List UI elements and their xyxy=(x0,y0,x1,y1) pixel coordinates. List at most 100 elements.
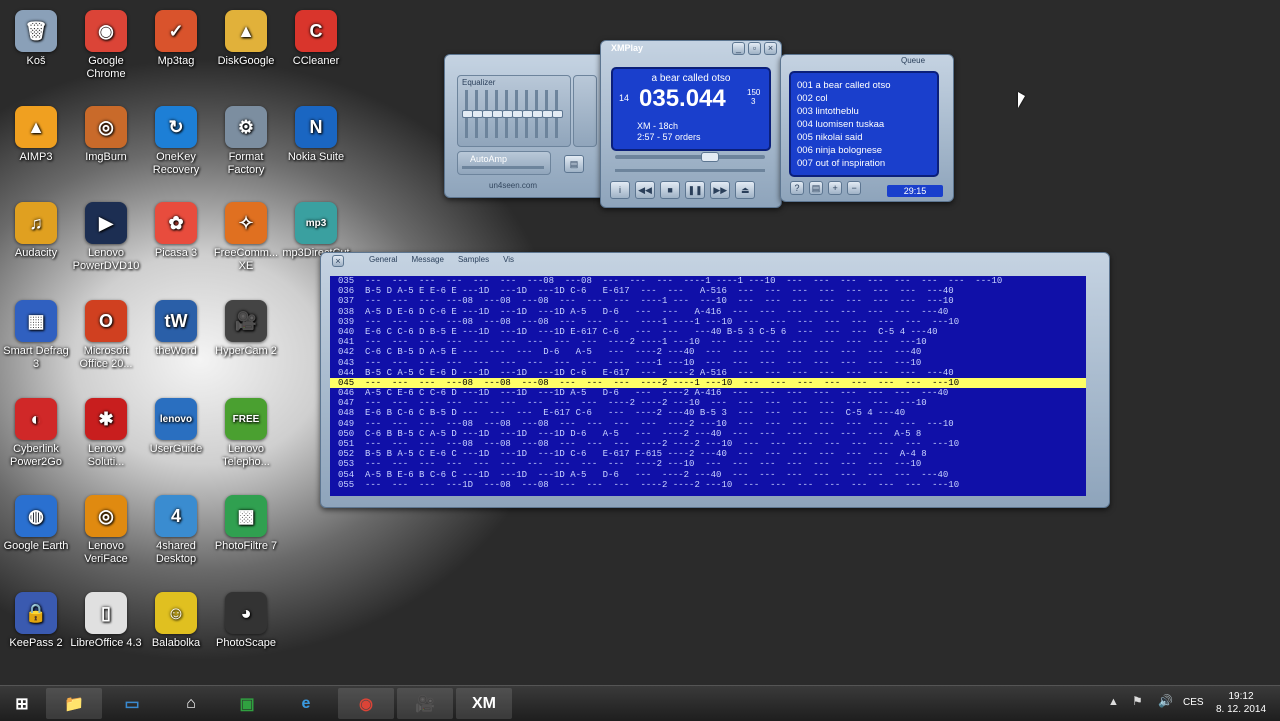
taskbar-lenovo[interactable]: ▭ xyxy=(104,688,160,719)
desktop-icon[interactable]: N Nokia Suite xyxy=(280,106,352,164)
desktop-icon[interactable]: ▶ Lenovo PowerDVD10 xyxy=(70,202,142,273)
language-indicator[interactable]: CES xyxy=(1183,697,1204,708)
queue-item[interactable]: 007 out of inspiration xyxy=(797,157,890,170)
eject-button[interactable]: ⏏ xyxy=(735,181,756,199)
un4seen-link[interactable]: un4seen.com xyxy=(489,181,537,190)
desktop-icon[interactable]: ◉ Google Chrome xyxy=(70,10,142,81)
seek-thumb[interactable] xyxy=(701,152,719,162)
eq-band-slider[interactable] xyxy=(542,90,553,138)
pause-button[interactable]: ❚❚ xyxy=(685,181,706,199)
desktop-icon-label: Nokia Suite xyxy=(287,151,345,163)
desktop-icon-label: HyperCam 2 xyxy=(215,345,277,357)
taskbar-chrome[interactable]: ◉ xyxy=(338,688,394,719)
volume-slider[interactable] xyxy=(573,75,597,147)
pattern-row: 047 --- --- --- --- --- --- --- --- --- … xyxy=(338,398,927,409)
desktop-icon[interactable]: ◐ Cyberlink Power2Go xyxy=(0,398,72,469)
equalizer-sliders[interactable]: Equalizer xyxy=(457,75,571,147)
desktop-icon[interactable]: ↻ OneKey Recovery xyxy=(140,106,212,177)
desktop-icon[interactable]: 🔒 KeePass 2 xyxy=(0,592,72,650)
desktop-icon[interactable]: FREE Lenovo Telepho... xyxy=(210,398,282,469)
info-close-icon[interactable]: × xyxy=(332,255,344,267)
queue-item[interactable]: 006 ninja bolognese xyxy=(797,144,890,157)
desktop-icon[interactable]: ▯ LibreOffice 4.3 xyxy=(70,592,142,650)
taskbar-xmplay[interactable]: XM xyxy=(456,688,512,719)
queue-add-button[interactable]: + xyxy=(828,181,843,195)
minimize-button[interactable]: _ xyxy=(732,42,745,55)
taskbar-explorer[interactable]: 📁 xyxy=(46,688,102,719)
taskbar-hypercam[interactable]: 🎥 xyxy=(397,688,453,719)
taskbar-ie[interactable]: e xyxy=(278,688,334,719)
queue-item[interactable]: 004 luomisen tuskaa xyxy=(797,118,890,131)
queue-list-button[interactable]: ▤ xyxy=(809,181,824,195)
tab-message[interactable]: Message xyxy=(411,255,443,264)
desktop-icon[interactable]: ♫ Audacity xyxy=(0,202,72,260)
autoamp-control[interactable]: AutoAmp xyxy=(457,151,551,175)
queue-item[interactable]: 002 col xyxy=(797,92,890,105)
desktop-icon[interactable]: O Microsoft Office 20... xyxy=(70,300,142,371)
desktop-icon[interactable]: ✓ Mp3tag xyxy=(140,10,212,68)
desktop-icon[interactable]: 4 4shared Desktop xyxy=(140,495,212,566)
taskbar-store[interactable]: ▣ xyxy=(219,688,275,719)
desktop-icon[interactable]: 🎥 HyperCam 2 xyxy=(210,300,282,358)
tab-vis[interactable]: Vis xyxy=(503,255,514,264)
desktop-icon-label: Audacity xyxy=(14,247,58,259)
pattern-view[interactable]: 035 --- --- --- --- --- --- ---08 ---08 … xyxy=(330,276,1086,496)
desktop-icon[interactable]: ▩ PhotoFiltre 7 xyxy=(210,495,282,553)
desktop-icon[interactable]: ☺ Balabolka xyxy=(140,592,212,650)
desktop-icon[interactable]: ✱ Lenovo Soluti... xyxy=(70,398,142,469)
flag-icon[interactable]: ⚑ xyxy=(1132,694,1143,708)
desktop-icon[interactable]: ◎ Lenovo VeriFace xyxy=(70,495,142,566)
desktop-icon[interactable]: ◎ ImgBurn xyxy=(70,106,142,164)
eq-band-slider[interactable] xyxy=(482,90,493,138)
desktop-icon[interactable]: ⚙ Format Factory xyxy=(210,106,282,177)
desktop-icon[interactable]: tW theWord xyxy=(140,300,212,358)
queue-item[interactable]: 003 lintotheblu xyxy=(797,105,890,118)
desktop-icon[interactable]: ◍ Google Earth xyxy=(0,495,72,553)
prev-button[interactable]: ◀◀ xyxy=(635,181,656,199)
desktop-icon[interactable]: C CCleaner xyxy=(280,10,352,68)
eq-preset-button[interactable]: ▤ xyxy=(564,155,584,173)
app-icon: N xyxy=(295,106,337,148)
desktop-icon[interactable]: ▲ AIMP3 xyxy=(0,106,72,164)
start-button[interactable]: ⊞ xyxy=(0,688,44,719)
xmplay-display: a bear called otso 14 035.044 150 3 XM -… xyxy=(611,67,771,151)
eq-band-slider[interactable] xyxy=(512,90,523,138)
clock[interactable]: 19:12 8. 12. 2014 xyxy=(1212,690,1270,716)
maximize-button[interactable]: ▫ xyxy=(748,42,761,55)
start-button-icon: ⊞ xyxy=(15,695,29,713)
desktop-icon[interactable]: lenovo UserGuide xyxy=(140,398,212,456)
queue-item[interactable]: 005 nikolai said xyxy=(797,131,890,144)
desktop-icon-label: AIMP3 xyxy=(19,151,53,163)
tray-arrow-icon[interactable]: ▲ xyxy=(1108,696,1119,708)
desktop-icon-label: Microsoft Office 20... xyxy=(79,345,133,370)
stop-button[interactable]: ■ xyxy=(660,181,681,199)
desktop-icon[interactable]: 🗑 Koš xyxy=(0,10,72,68)
close-icon[interactable]: × xyxy=(764,42,777,55)
desktop-icon-label: DiskGoogle xyxy=(217,55,275,67)
tab-samples[interactable]: Samples xyxy=(458,255,489,264)
taskbar-home[interactable]: ⌂ xyxy=(163,688,219,719)
volume-icon[interactable]: 🔊 xyxy=(1158,694,1173,708)
eq-band-slider[interactable] xyxy=(462,90,473,138)
desktop-icon[interactable]: ✧ FreeComm... XE xyxy=(210,202,282,273)
eq-band-slider[interactable] xyxy=(472,90,483,138)
seek-bar[interactable] xyxy=(615,152,765,162)
desktop-icon[interactable]: ✿ Picasa 3 xyxy=(140,202,212,260)
desktop-icon[interactable]: ▦ Smart Defrag 3 xyxy=(0,300,72,371)
app-icon: lenovo xyxy=(155,398,197,440)
tab-general[interactable]: General xyxy=(369,255,397,264)
eq-band-slider[interactable] xyxy=(492,90,503,138)
eq-band-slider[interactable] xyxy=(522,90,533,138)
desktop-icon[interactable]: ◕ PhotoScape xyxy=(210,592,282,650)
eq-band-slider[interactable] xyxy=(552,90,563,138)
volume-bar[interactable] xyxy=(615,169,765,172)
next-button[interactable]: ▶▶ xyxy=(710,181,731,199)
queue-help-button[interactable]: ? xyxy=(790,181,804,195)
desktop-icon[interactable]: ▲ DiskGoogle xyxy=(210,10,282,68)
queue-item[interactable]: 001 a bear called otso xyxy=(797,79,890,92)
eq-band-slider[interactable] xyxy=(502,90,513,138)
queue-list[interactable]: 001 a bear called otso 002 col 003 lintoth… xyxy=(789,71,939,177)
eq-band-slider[interactable] xyxy=(532,90,543,138)
info-button[interactable]: i xyxy=(610,181,630,199)
queue-remove-button[interactable]: − xyxy=(847,181,862,195)
